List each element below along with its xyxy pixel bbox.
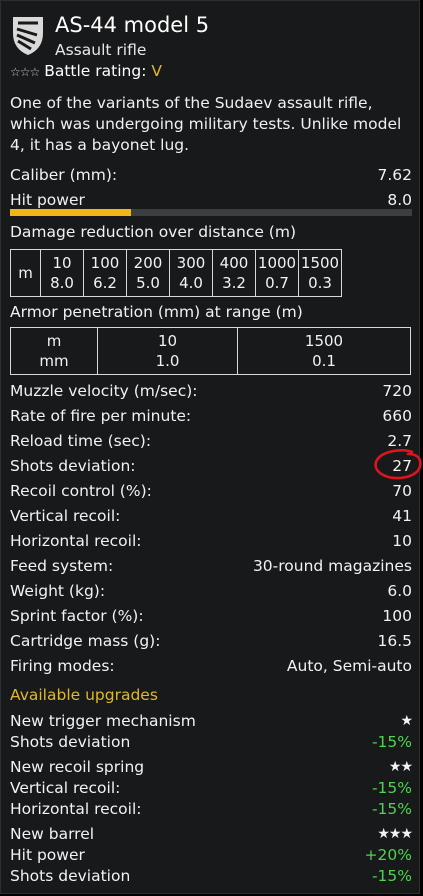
stat-value: 660: [382, 407, 412, 425]
stat-label: Feed system:: [10, 557, 114, 575]
hit-power-row: Hit power 8.0: [10, 189, 412, 211]
damage-cell: 1000 0.7: [255, 249, 299, 297]
stat-value: 27: [392, 457, 412, 475]
weapon-title: AS-44 model 5: [55, 13, 210, 37]
upgrade-effect-value: -15%: [371, 800, 412, 818]
assault-rifle-class-icon: [13, 17, 43, 55]
stat-value: 30-round magazines: [252, 557, 412, 575]
stat-label: Vertical recoil:: [10, 507, 121, 525]
header: AS-44 model 5 Assault rifle ☆☆☆ Battle r…: [1, 1, 421, 87]
stat-value: 70: [392, 482, 412, 500]
battle-rating-value: V: [151, 62, 162, 80]
stat-value: 2.7: [387, 432, 412, 450]
upgrade-name: New trigger mechanism: [10, 712, 196, 730]
damage-reduction-unit: m: [10, 249, 41, 297]
stat-value: 16.5: [377, 632, 412, 650]
stat-label: Muzzle velocity (m/sec):: [10, 382, 198, 400]
stat-value: 720: [382, 382, 412, 400]
stat-row-weight: Weight (kg): 6.0: [10, 580, 412, 602]
upgrade-effect-label: Vertical recoil:: [10, 779, 121, 797]
upgrade-name: New recoil spring: [10, 758, 145, 776]
hit-power-value: 8.0: [387, 191, 412, 209]
damage-reduction-table: m 10 8.0 100 6.2 200 5.0 300 4.0 400 3.2 1000…: [10, 249, 342, 297]
damage-cell: 100 6.2: [83, 249, 127, 297]
upgrade-name: New barrel: [10, 825, 95, 843]
stat-row-feed-system: Feed system: 30-round magazines: [10, 555, 412, 577]
upgrades-title: Available upgrades: [10, 686, 158, 704]
stat-row-vertical-recoil: Vertical recoil: 41: [10, 505, 412, 527]
penetration-cell: 10 1.0: [97, 327, 238, 375]
upgrade-effect-row: Shots deviation -15%: [10, 865, 412, 887]
upgrade-rank-star-icon: ★★★: [377, 826, 413, 842]
stat-label: Weight (kg):: [10, 582, 106, 600]
upgrade-effect-value: -15%: [371, 867, 412, 885]
upgrade-effect-label: Shots deviation: [10, 733, 131, 751]
caliber-row: Caliber (mm): 7.62: [10, 164, 412, 186]
stat-label: Recoil control (%):: [10, 482, 152, 500]
stat-row-sprint-factor: Sprint factor (%): 100: [10, 605, 412, 627]
battle-rating: ☆☆☆ Battle rating: V: [10, 62, 162, 80]
stat-row-muzzle-velocity: Muzzle velocity (m/sec): 720: [10, 380, 412, 402]
upgrade-effect-value: -15%: [371, 733, 412, 751]
weapon-info-panel: AS-44 model 5 Assault rifle ☆☆☆ Battle r…: [0, 0, 422, 894]
damage-cell: 10 8.0: [40, 249, 84, 297]
upgrade-effect-row: Horizontal recoil: -15%: [10, 798, 412, 820]
upgrade-rank-star-icon: ★: [400, 713, 413, 729]
caliber-label: Caliber (mm):: [10, 166, 118, 184]
stat-row-cartridge-mass: Cartridge mass (g): 16.5: [10, 630, 412, 652]
upgrade-rank-star-icon: ★★: [388, 759, 413, 775]
caliber-value: 7.62: [377, 166, 412, 184]
upgrade-effect-row: Hit power +20%: [10, 844, 412, 866]
rank-stars-icon: ☆☆☆: [10, 65, 40, 79]
battle-rating-label: Battle rating:: [44, 62, 147, 80]
upgrade-recoil-spring: New recoil spring ★★: [10, 756, 413, 778]
upgrade-effect-row: Shots deviation -15%: [10, 731, 412, 753]
upgrade-effect-value: +20%: [364, 846, 412, 864]
upgrade-effect-label: Hit power: [10, 846, 85, 864]
stat-value: 10: [392, 532, 412, 550]
upgrade-effect-label: Horizontal recoil:: [10, 800, 142, 818]
stat-label: Sprint factor (%):: [10, 607, 144, 625]
upgrade-trigger-mechanism: New trigger mechanism ★: [10, 710, 413, 732]
hit-power-bar: [10, 209, 412, 216]
stat-value: 41: [392, 507, 412, 525]
penetration-cell: 1500 0.1: [237, 327, 411, 375]
damage-cell: 300 4.0: [169, 249, 213, 297]
hit-power-bar-fill: [10, 209, 131, 216]
upgrade-effect-value: -15%: [371, 779, 412, 797]
stat-row-shots-deviation: Shots deviation: 27: [10, 455, 412, 477]
armor-penetration-title: Armor penetration (mm) at range (m): [10, 303, 303, 321]
stat-row-reload-time: Reload time (sec): 2.7: [10, 430, 412, 452]
stat-value: 6.0: [387, 582, 412, 600]
damage-cell: 400 3.2: [212, 249, 256, 297]
hit-power-label: Hit power: [10, 191, 85, 209]
upgrade-effect-row: Vertical recoil: -15%: [10, 777, 412, 799]
armor-penetration-table: m mm 10 1.0 1500 0.1: [10, 327, 411, 375]
weapon-class: Assault rifle: [55, 41, 147, 59]
stat-value: Auto, Semi-auto: [286, 657, 412, 675]
stat-row-firing-modes: Firing modes: Auto, Semi-auto: [10, 655, 412, 677]
damage-reduction-title: Damage reduction over distance (m): [10, 223, 296, 241]
stat-row-recoil-control: Recoil control (%): 70: [10, 480, 412, 502]
stat-row-rate-of-fire: Rate of fire per minute: 660: [10, 405, 412, 427]
damage-cell: 1500 0.3: [298, 249, 342, 297]
stat-label: Reload time (sec):: [10, 432, 152, 450]
stat-label: Shots deviation:: [10, 457, 136, 475]
stat-label: Firing modes:: [10, 657, 115, 675]
stat-value: 100: [382, 607, 412, 625]
stat-label: Rate of fire per minute:: [10, 407, 192, 425]
stat-label: Cartridge mass (g):: [10, 632, 161, 650]
penetration-units: m mm: [10, 327, 98, 375]
stat-row-horizontal-recoil: Horizontal recoil: 10: [10, 530, 412, 552]
weapon-description: One of the variants of the Sudaev assaul…: [10, 94, 402, 154]
stat-label: Horizontal recoil:: [10, 532, 142, 550]
upgrade-new-barrel: New barrel ★★★: [10, 823, 413, 845]
damage-cell: 200 5.0: [126, 249, 170, 297]
upgrade-effect-label: Shots deviation: [10, 867, 131, 885]
